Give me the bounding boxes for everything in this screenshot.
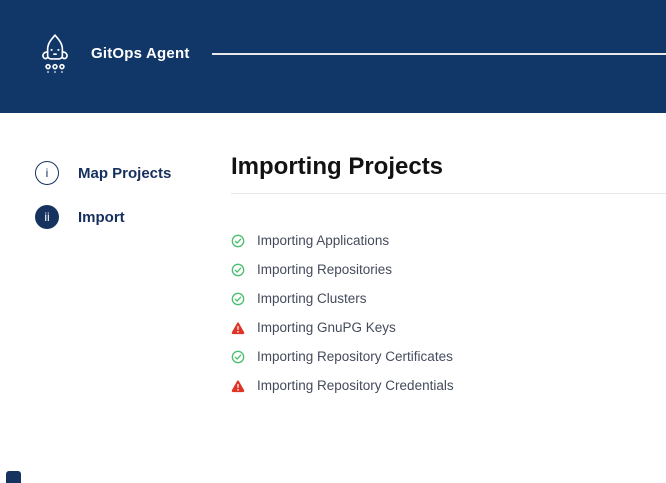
wizard-step-import[interactable]: ii Import bbox=[35, 205, 231, 229]
wizard-sidebar: i Map Projects ii Import bbox=[0, 113, 231, 400]
status-label: Importing Clusters bbox=[257, 291, 367, 306]
step-number-badge: i bbox=[35, 161, 59, 185]
title-divider bbox=[231, 193, 666, 194]
step-number-badge: ii bbox=[35, 205, 59, 229]
status-label: Importing Applications bbox=[257, 233, 389, 248]
status-row: Importing Repository Credentials bbox=[231, 371, 666, 400]
warning-triangle-icon bbox=[231, 379, 245, 393]
status-label: Importing Repository Certificates bbox=[257, 349, 453, 364]
status-label: Importing Repository Credentials bbox=[257, 378, 454, 393]
import-status-list: Importing Applications Importing Reposit… bbox=[231, 226, 666, 400]
check-circle-icon bbox=[231, 263, 245, 277]
status-row: Importing Repositories bbox=[231, 255, 666, 284]
status-row: Importing Repository Certificates bbox=[231, 342, 666, 371]
check-circle-icon bbox=[231, 234, 245, 248]
warning-triangle-icon bbox=[231, 321, 245, 335]
footer-button-cutoff[interactable] bbox=[6, 471, 21, 483]
status-label: Importing GnuPG Keys bbox=[257, 320, 396, 335]
app-header: GitOps Agent bbox=[0, 0, 666, 113]
check-circle-icon bbox=[231, 350, 245, 364]
status-row: Importing Applications bbox=[231, 226, 666, 255]
app-title: GitOps Agent bbox=[91, 45, 190, 62]
status-label: Importing Repositories bbox=[257, 262, 392, 277]
wizard-step-map-projects[interactable]: i Map Projects bbox=[35, 161, 231, 185]
step-label: Map Projects bbox=[78, 165, 171, 182]
status-row: Importing GnuPG Keys bbox=[231, 313, 666, 342]
header-divider-line bbox=[212, 53, 666, 55]
status-row: Importing Clusters bbox=[231, 284, 666, 313]
main-panel: Importing Projects Importing Application… bbox=[231, 113, 666, 400]
step-label: Import bbox=[78, 209, 125, 226]
page-title: Importing Projects bbox=[231, 153, 666, 181]
check-circle-icon bbox=[231, 292, 245, 306]
argo-octopus-logo-icon bbox=[37, 31, 73, 77]
